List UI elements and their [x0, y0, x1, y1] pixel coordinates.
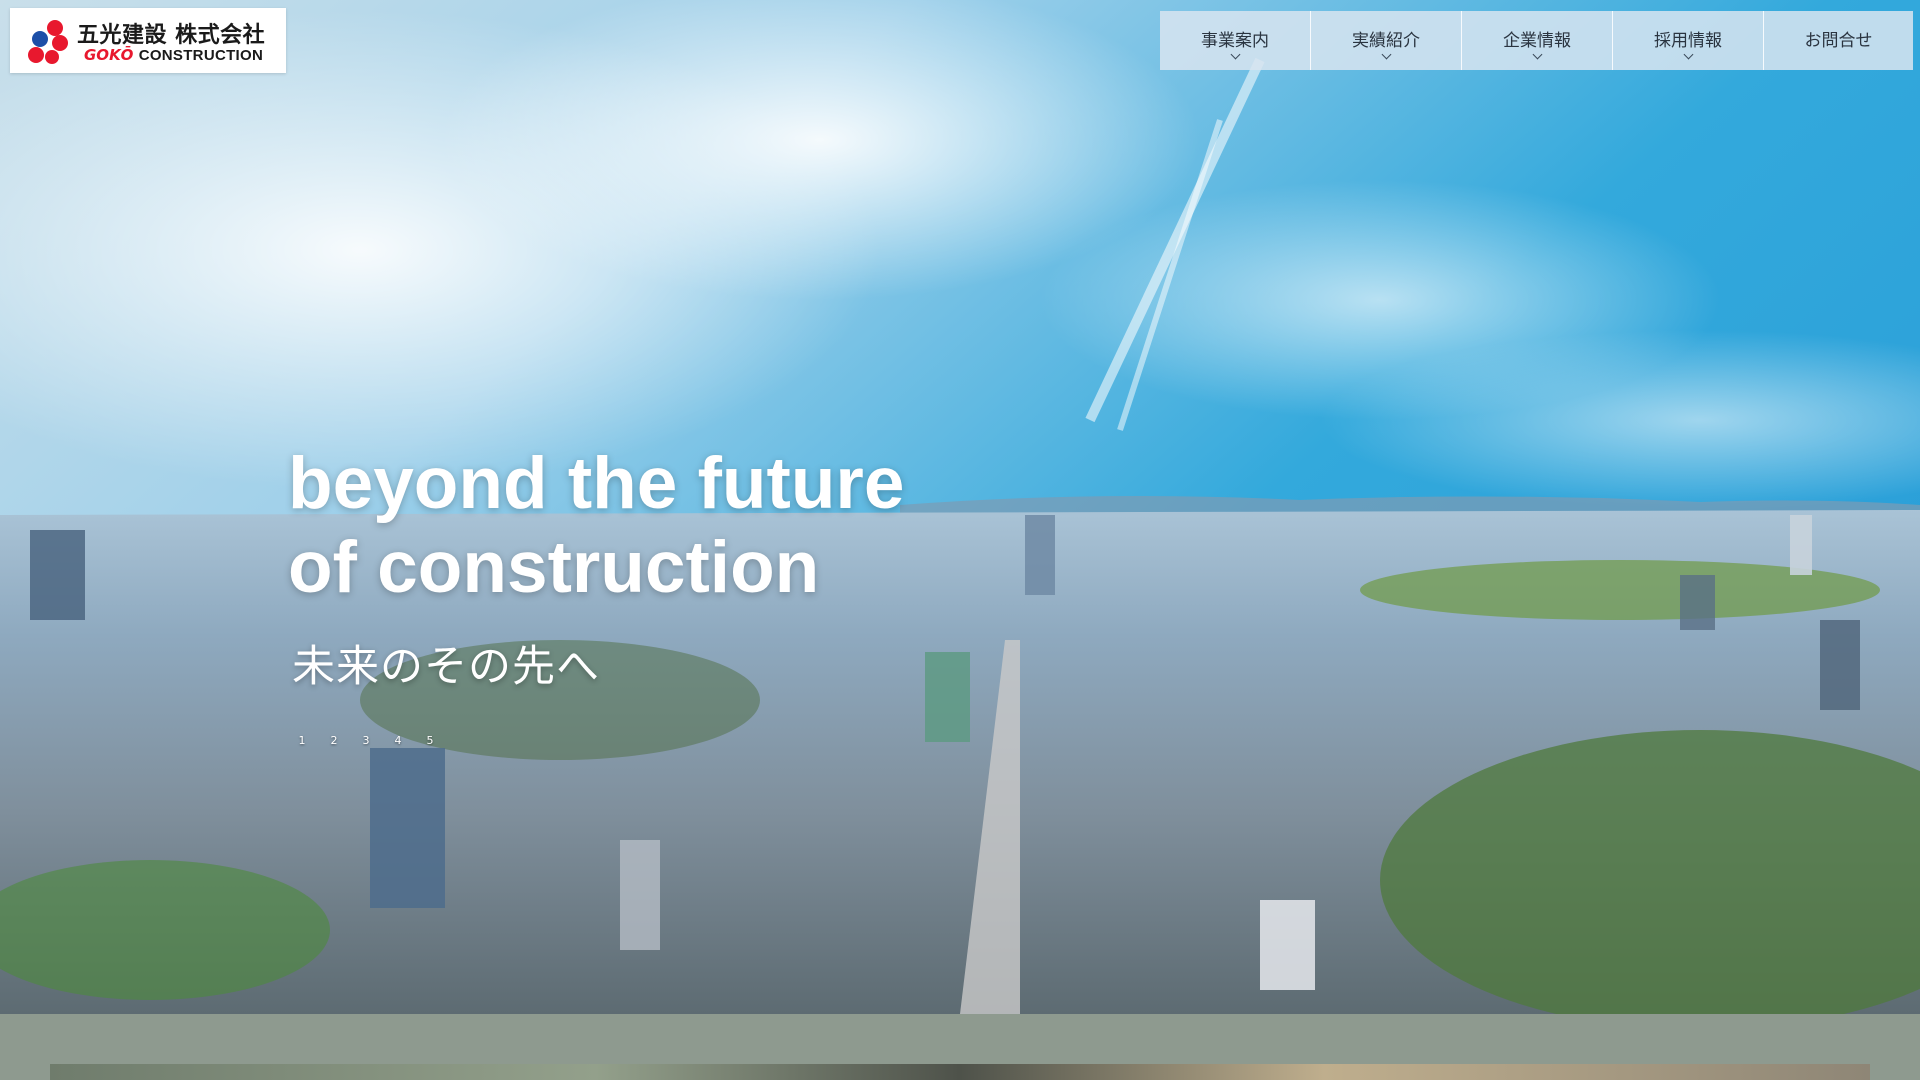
chevron-down-icon [1230, 49, 1241, 60]
slider-pager: 1 2 3 4 5 [296, 734, 436, 747]
chevron-down-icon [1683, 49, 1694, 60]
slide-3-button[interactable]: 3 [360, 734, 372, 747]
nav-item-services[interactable]: 事業案内 [1160, 11, 1311, 70]
company-logo[interactable]: 五光建設 株式会社 GOKŌ CONSTRUCTION [10, 8, 286, 73]
main-navigation: 事業案内 実績紹介 企業情報 採用情報 お問合せ [1160, 11, 1913, 70]
slide-4-button[interactable]: 4 [392, 734, 404, 747]
nav-item-company[interactable]: 企業情報 [1462, 11, 1613, 70]
nav-item-works[interactable]: 実績紹介 [1311, 11, 1462, 70]
headline-line-2: of construction [288, 527, 820, 608]
slide-2-button[interactable]: 2 [328, 734, 340, 747]
nav-item-contact[interactable]: お問合せ [1764, 11, 1913, 70]
slide-5-button[interactable]: 5 [424, 734, 436, 747]
nav-label: 実績紹介 [1352, 31, 1420, 51]
nav-label: 事業案内 [1201, 31, 1269, 51]
logo-mark-icon [28, 20, 68, 64]
chevron-down-icon [1532, 49, 1543, 60]
next-section-image [50, 1064, 1870, 1080]
nav-label: 企業情報 [1503, 31, 1571, 51]
brand-goko: GOKŌ [84, 46, 134, 64]
company-name-en: GOKŌ CONSTRUCTION [84, 46, 263, 64]
nav-label: 採用情報 [1654, 31, 1722, 51]
nav-item-recruit[interactable]: 採用情報 [1613, 11, 1764, 70]
company-name-ja: 五光建設 株式会社 [77, 23, 266, 48]
nav-label: お問合せ [1804, 31, 1873, 51]
slide-1-button[interactable]: 1 [296, 734, 308, 747]
chevron-down-icon [1381, 49, 1392, 60]
brand-construction: CONSTRUCTION [138, 47, 264, 64]
hero-subtitle: 未来のその先へ [292, 642, 600, 692]
hero-headline: beyond the future of construction [288, 442, 904, 610]
headline-line-1: beyond the future [288, 443, 905, 524]
